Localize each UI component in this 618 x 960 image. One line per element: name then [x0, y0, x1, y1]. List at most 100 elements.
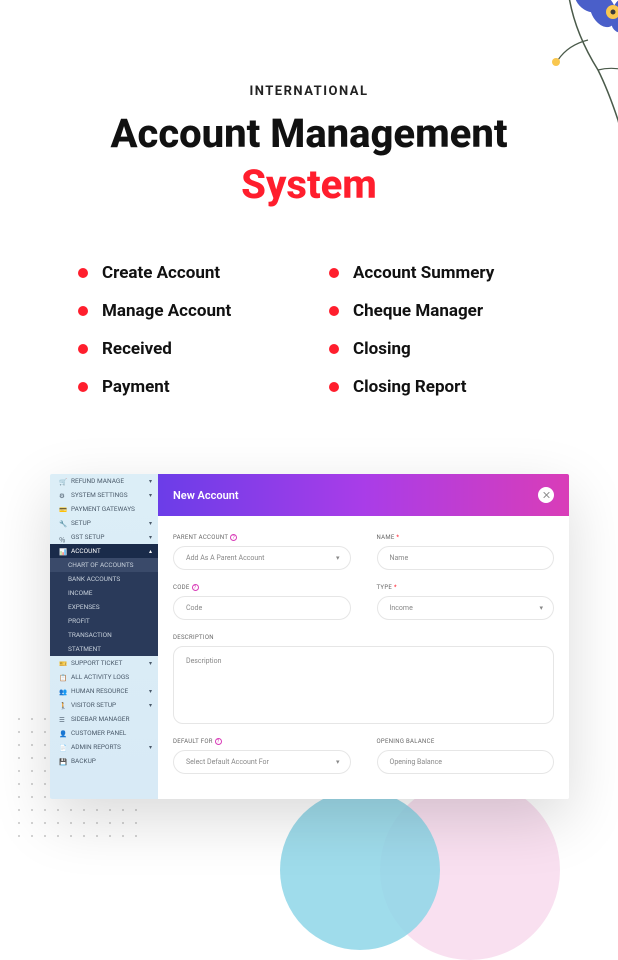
feature-item: Received	[78, 339, 289, 359]
sidebar-sub-bank-accounts[interactable]: BANK ACCOUNTS	[50, 572, 158, 586]
ticket-icon: 🎫	[59, 660, 66, 667]
sidebar-item-visitor-setup[interactable]: 🚶 VISITOR SETUP ▾	[50, 698, 158, 712]
sidebar-sub-label: BANK ACCOUNTS	[68, 575, 120, 583]
select-value: Select Default Account For	[186, 758, 269, 766]
feature-label: Received	[102, 339, 172, 359]
feature-item: Closing	[329, 339, 540, 359]
feature-item: Payment	[78, 377, 289, 397]
textarea-description[interactable]: Description	[173, 646, 554, 724]
select-default-for[interactable]: Select Default Account For	[173, 750, 351, 774]
modal-new-account: New Account PARENT ACCOUNT? Add As A Par…	[158, 474, 569, 799]
sidebar-item-label: REFUND MANAGE	[71, 477, 124, 485]
chevron-down-icon: ▾	[149, 534, 152, 541]
modal-title: New Account	[173, 489, 239, 502]
sidebar-item-customer-panel[interactable]: 👤CUSTOMER PANEL	[50, 726, 158, 740]
sidebar-item-label: ADMIN REPORTS	[71, 743, 121, 751]
feature-label: Payment	[102, 377, 170, 397]
sidebar-sub-profit[interactable]: PROFIT	[50, 614, 158, 628]
chevron-down-icon: ▾	[149, 688, 152, 695]
feature-label: Create Account	[102, 263, 220, 283]
input-name[interactable]: Name	[377, 546, 555, 570]
sidebar-sub-transaction[interactable]: TRANSACTION	[50, 628, 158, 642]
circle-decoration-blue	[280, 790, 440, 950]
feature-list: Create Account Manage Account Received P…	[0, 213, 618, 415]
feature-item: Account Summery	[329, 263, 540, 283]
input-opening-balance[interactable]: Opening Balance	[377, 750, 555, 774]
info-icon[interactable]: ?	[230, 534, 237, 541]
bullet-icon	[329, 268, 339, 278]
card-icon: 💳	[59, 506, 66, 513]
feature-label: Manage Account	[102, 301, 231, 321]
sidebar-item-label: GST SETUP	[71, 533, 104, 541]
select-type[interactable]: Income	[377, 596, 555, 620]
visitor-icon: 🚶	[59, 702, 66, 709]
sidebar-item-label: SETUP	[71, 519, 91, 527]
feature-label: Cheque Manager	[353, 301, 483, 321]
sidebar-item-refund-manage[interactable]: 🛒REFUND MANAGE▾	[50, 474, 158, 488]
sidebar-item-label: VISITOR SETUP	[71, 701, 116, 709]
sidebar-item-human-resource[interactable]: 👥HUMAN RESOURCE▾	[50, 684, 158, 698]
backup-icon: 💾	[59, 758, 66, 765]
bullet-icon	[78, 268, 88, 278]
sidebar-item-label: PAYMENT GATEWAYS	[71, 505, 135, 513]
sidebar-item-payment-gateways[interactable]: 💳 PAYMENT GATEWAYS	[50, 502, 158, 516]
bullet-icon	[329, 344, 339, 354]
sidebar-sub-label: CHART OF ACCOUNTS	[68, 561, 134, 569]
sidebar-sub-statement[interactable]: STATMENT	[50, 642, 158, 656]
info-icon[interactable]: ?	[192, 584, 199, 591]
chevron-down-icon: ▾	[149, 492, 152, 499]
feature-item: Cheque Manager	[329, 301, 540, 321]
bullet-icon	[329, 382, 339, 392]
sidebar-item-activity-logs[interactable]: 📋ALL ACTIVITY LOGS	[50, 670, 158, 684]
sidebar: 🛒 REFUND MANAGE ▾ ⚙ SYSTEM SETTINGS ▾ 💳 PAYME…	[50, 474, 158, 799]
info-icon[interactable]: ?	[215, 738, 222, 745]
sidebar-sub-chart-of-accounts[interactable]: CHART OF ACCOUNTS	[50, 558, 158, 572]
sidebar-item-label: SYSTEM SETTINGS	[71, 491, 128, 499]
sidebar-sub-label: INCOME	[68, 589, 92, 597]
report-icon: 📄	[59, 744, 66, 751]
hero-title-line2: System	[0, 157, 618, 213]
feature-item: Manage Account	[78, 301, 289, 321]
chevron-down-icon: ▾	[149, 744, 152, 751]
sidebar-item-system-settings[interactable]: ⚙ SYSTEM SETTINGS ▾	[50, 488, 158, 502]
hero-eyebrow: INTERNATIONAL	[0, 84, 618, 99]
sidebar-item-account[interactable]: 📊ACCOUNT▴	[50, 544, 158, 558]
menu-icon: ☰	[59, 716, 66, 723]
percent-icon: ％	[59, 534, 66, 541]
label-name: NAME *	[377, 534, 555, 541]
modal-header: New Account	[158, 474, 569, 516]
sidebar-sub-expenses[interactable]: EXPENSES	[50, 600, 158, 614]
label-opening-balance: OPENING BALANCE	[377, 738, 555, 745]
user-icon: 👤	[59, 730, 66, 737]
account-icon: 📊	[59, 548, 66, 555]
cart-icon: 🛒	[59, 478, 66, 485]
sidebar-sub-label: PROFIT	[68, 617, 90, 625]
sidebar-item-label: SUPPORT TICKET	[71, 659, 122, 667]
feature-label: Closing	[353, 339, 411, 359]
close-button[interactable]	[538, 487, 554, 503]
input-code[interactable]: Code	[173, 596, 351, 620]
sidebar-item-label: ALL ACTIVITY LOGS	[71, 673, 129, 681]
sidebar-item-admin-reports[interactable]: 📄 ADMIN REPORTS ▾	[50, 740, 158, 754]
sidebar-item-sidebar-manager[interactable]: ☰ SIDEBAR MANAGER	[50, 712, 158, 726]
label-parent-account: PARENT ACCOUNT?	[173, 534, 351, 541]
sidebar-item-setup[interactable]: 🔧SETUP▾	[50, 516, 158, 530]
hero-title-line1: Account Management	[0, 111, 618, 157]
sidebar-item-support-ticket[interactable]: 🎫SUPPORT TICKET▾	[50, 656, 158, 670]
wrench-icon: 🔧	[59, 520, 66, 527]
sidebar-item-backup[interactable]: 💾BACKUP	[50, 754, 158, 768]
feature-label: Closing Report	[353, 377, 467, 397]
placeholder-text: Description	[186, 657, 221, 665]
select-parent-account[interactable]: Add As A Parent Account	[173, 546, 351, 570]
gear-icon: ⚙	[59, 492, 66, 499]
bullet-icon	[78, 344, 88, 354]
placeholder-text: Code	[186, 604, 202, 612]
sidebar-sub-income[interactable]: INCOME	[50, 586, 158, 600]
sidebar-item-label: SIDEBAR MANAGER	[71, 715, 130, 723]
modal-form: PARENT ACCOUNT? Add As A Parent Account …	[158, 516, 569, 799]
placeholder-text: Name	[390, 554, 409, 562]
label-description: DESCRIPTION	[173, 634, 554, 641]
chevron-down-icon: ▾	[149, 702, 152, 709]
sidebar-item-gst-setup[interactable]: ％ GST SETUP ▾	[50, 530, 158, 544]
label-code: CODE?	[173, 584, 351, 591]
